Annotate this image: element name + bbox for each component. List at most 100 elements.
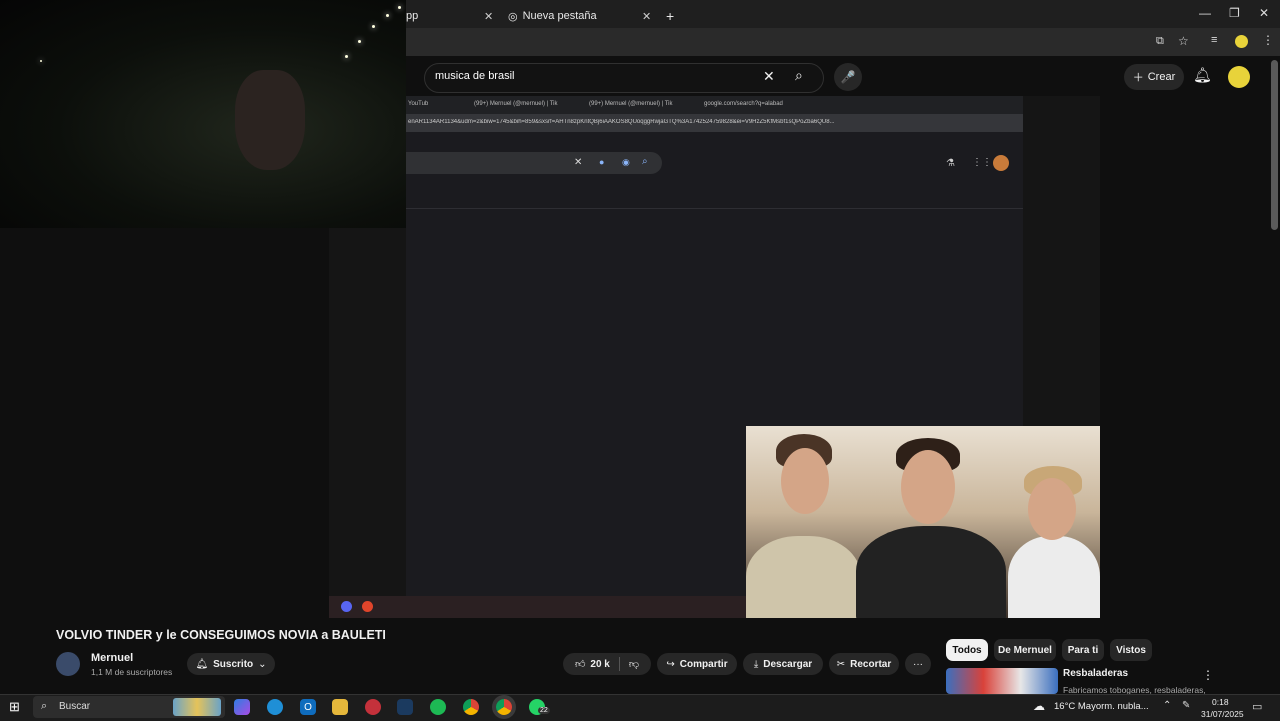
clock-date[interactable]: 31/07/2025: [1201, 709, 1244, 719]
captured-url: enAR1134AR1134&udm=2&biw=1745&bih=859&sx…: [408, 119, 835, 125]
maximize-icon[interactable]: ❐: [1229, 6, 1240, 20]
weather-icon: ☁: [1033, 699, 1045, 713]
subscribed-button[interactable]: 🔔︎ Suscrito ⌄: [187, 653, 275, 675]
face: [1028, 478, 1076, 540]
scissors-icon: ✂: [836, 658, 846, 670]
captured-tab: YouTub: [408, 101, 429, 107]
media-icon[interactable]: ≡: [1211, 34, 1217, 46]
notifications-icon[interactable]: ▭: [1252, 700, 1262, 713]
person: [856, 526, 1006, 618]
like-count[interactable]: 20 k: [590, 659, 609, 670]
captured-url-bar: enAR1134AR1134&udm=2&biw=1745&bih=859&sx…: [406, 114, 1023, 132]
video-title: VOLVIO TINDER y le CONSEGUIMOS NOVIA a B…: [56, 628, 386, 642]
search-icon: ⌕: [41, 700, 48, 712]
search-icon: ⌕: [642, 156, 648, 167]
file-explorer-icon[interactable]: [332, 699, 348, 715]
taskbar-search[interactable]: ⌕ Buscar: [33, 696, 225, 718]
app-icon: [362, 601, 373, 612]
download-button[interactable]: ⤓ Descargar: [743, 653, 823, 675]
chevron-up-icon[interactable]: ⌃: [1163, 700, 1171, 711]
bell-icon: 🔔︎: [195, 658, 209, 670]
bell-icon[interactable]: 🔔︎: [1193, 66, 1212, 84]
copilot-icon[interactable]: [234, 699, 250, 715]
close-icon: ✕: [574, 157, 583, 168]
taskbar-search-placeholder: Buscar: [59, 701, 91, 712]
share-icon: ↪: [666, 658, 675, 670]
clip-label: Recortar: [850, 658, 892, 670]
search-value: musica de brasil: [435, 70, 515, 82]
chip-watched[interactable]: Vistos: [1110, 639, 1152, 661]
person: [746, 536, 861, 618]
video-facecam: [746, 426, 1100, 618]
like-dislike-group: 👍︎ 20 k 👎︎: [563, 653, 651, 675]
clock-time[interactable]: 0:18: [1212, 697, 1229, 707]
spotify-icon[interactable]: [430, 699, 446, 715]
weather-text[interactable]: 16°C Mayorm. nubla...: [1054, 701, 1149, 712]
subscriber-count: 1,1 M de suscriptores: [91, 667, 173, 677]
close-window-icon[interactable]: ✕: [1259, 6, 1269, 20]
avatar[interactable]: [1228, 66, 1250, 88]
face: [235, 70, 305, 170]
app-icon[interactable]: [365, 699, 381, 715]
close-icon[interactable]: ✕: [484, 10, 493, 23]
captured-taskbar: [329, 596, 747, 618]
scrollbar[interactable]: [1271, 60, 1278, 230]
flask-icon: ⚗: [946, 158, 955, 169]
captured-tab: google.com/search?q=alabad: [704, 101, 783, 107]
divider: [406, 208, 1023, 209]
avatar: [993, 155, 1009, 171]
more-button[interactable]: ···: [905, 653, 931, 675]
search-highlight-image: [173, 698, 221, 716]
recommendation-thumbnail[interactable]: [946, 668, 1058, 694]
share-button[interactable]: ↪ Compartir: [657, 653, 737, 675]
browser-profile-avatar[interactable]: [1235, 35, 1248, 48]
create-button[interactable]: ＋ Crear: [1124, 64, 1184, 90]
like-icon[interactable]: 👍︎: [575, 658, 585, 670]
download-icon: ⤓: [753, 658, 759, 670]
windows-start-icon[interactable]: ⊞: [9, 700, 22, 713]
search-input[interactable]: musica de brasil ✕ ⌕: [424, 63, 824, 93]
outlook-icon[interactable]: O: [300, 699, 316, 715]
bookmark-star-icon[interactable]: ☆: [1178, 34, 1189, 48]
steam-icon[interactable]: [397, 699, 413, 715]
face: [901, 450, 955, 524]
clear-search-icon[interactable]: ✕: [763, 68, 775, 85]
minimize-icon[interactable]: —: [1199, 6, 1211, 20]
dislike-icon[interactable]: 👎︎: [629, 658, 639, 670]
tab-whatsapp[interactable]: pp ✕: [406, 4, 496, 28]
lens-icon: ◉: [622, 157, 630, 167]
webcam-overlay: [0, 0, 406, 228]
notification-badge: 22: [538, 707, 550, 714]
captured-tab: (99+) Mernuel (@mernuel) | Tik: [589, 101, 673, 107]
menu-dots-icon[interactable]: ⋮: [1262, 33, 1274, 47]
chip-from-channel[interactable]: De Mernuel: [994, 639, 1056, 661]
mic-icon[interactable]: 🎤: [834, 63, 862, 91]
chrome-icon[interactable]: [463, 699, 479, 715]
chevron-down-icon: ⌄: [258, 658, 267, 670]
pen-icon[interactable]: ✎: [1182, 700, 1190, 711]
channel-avatar[interactable]: [56, 652, 80, 676]
apps-grid-icon: ⋮⋮: [972, 157, 992, 168]
channel-name[interactable]: Mernuel: [91, 652, 133, 664]
edge-icon[interactable]: [267, 699, 283, 715]
plus-icon: ＋: [1132, 72, 1144, 84]
mic-icon: ●: [599, 157, 605, 167]
close-icon[interactable]: ✕: [642, 10, 651, 23]
person: [1008, 536, 1100, 618]
chip-all[interactable]: Todos: [946, 639, 988, 661]
tab-label: Nueva pestaña: [522, 10, 597, 22]
tab-new[interactable]: ◎ Nueva pestaña ✕: [508, 4, 654, 28]
create-label: Crear: [1147, 71, 1176, 83]
share-label: Compartir: [679, 658, 728, 670]
globe-icon: ◎: [508, 10, 518, 23]
download-label: Descargar: [763, 658, 813, 670]
new-tab-button[interactable]: +: [666, 4, 674, 28]
chip-for-you[interactable]: Para ti: [1062, 639, 1104, 661]
install-icon[interactable]: ⧉: [1156, 35, 1164, 48]
recommendation-title[interactable]: Resbaladeras: [1063, 668, 1128, 679]
clip-button[interactable]: ✂ Recortar: [829, 653, 899, 675]
chrome-active-icon[interactable]: [496, 699, 512, 715]
menu-dots-icon[interactable]: ⋮: [1202, 668, 1214, 682]
captured-search-bar: ✕ ● ◉ ⌕: [406, 152, 662, 174]
search-icon[interactable]: ⌕: [795, 67, 803, 84]
